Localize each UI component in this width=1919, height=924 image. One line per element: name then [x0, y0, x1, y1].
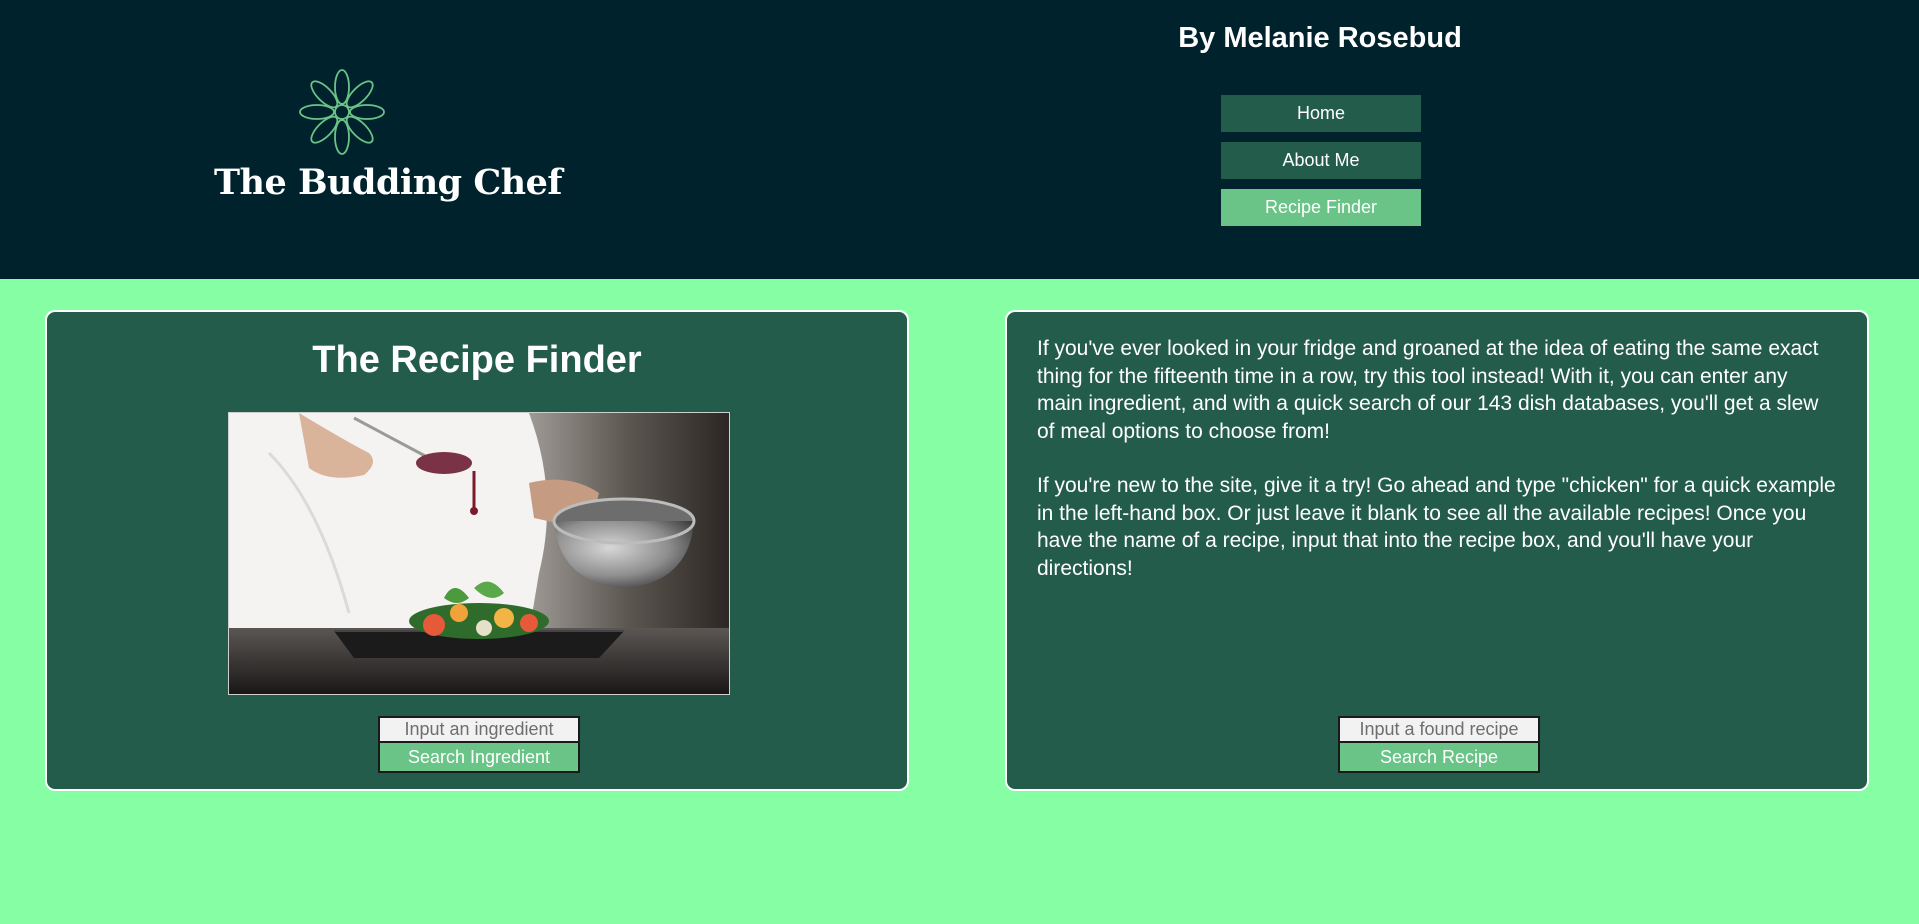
recipe-info-panel: If you've ever looked in your fridge and…	[1005, 310, 1869, 791]
panel-title: The Recipe Finder	[312, 339, 642, 381]
nav-about-me-button[interactable]: About Me	[1221, 142, 1421, 179]
site-logo[interactable]: The Budding Chef	[214, 66, 562, 212]
flower-icon	[299, 69, 385, 155]
search-recipe-button[interactable]: Search Recipe	[1338, 743, 1540, 773]
logo-text: The Budding Chef	[214, 162, 562, 203]
nav-recipe-finder-button[interactable]: Recipe Finder	[1221, 189, 1421, 226]
description: If you've ever looked in your fridge and…	[1037, 335, 1837, 609]
nav-home-button[interactable]: Home	[1221, 95, 1421, 132]
main-nav: Home About Me Recipe Finder	[1221, 95, 1421, 236]
ingredient-input[interactable]	[378, 716, 580, 743]
site-header: The Budding Chef By Melanie Rosebud Home…	[0, 0, 1919, 279]
recipe-finder-panel: The Recipe Finder Input an ingredient Se…	[45, 310, 909, 791]
description-paragraph: If you've ever looked in your fridge and…	[1037, 337, 1819, 443]
ingredient-search-form: Search Ingredient	[378, 716, 580, 773]
chef-photo	[228, 412, 730, 695]
author-byline: By Melanie Rosebud	[1178, 22, 1462, 54]
recipe-search-form: Search Recipe	[1338, 716, 1540, 773]
description-paragraph: If you're new to the site, give it a try…	[1037, 474, 1836, 580]
recipe-input[interactable]	[1338, 716, 1540, 743]
search-ingredient-button[interactable]: Search Ingredient	[378, 743, 580, 773]
